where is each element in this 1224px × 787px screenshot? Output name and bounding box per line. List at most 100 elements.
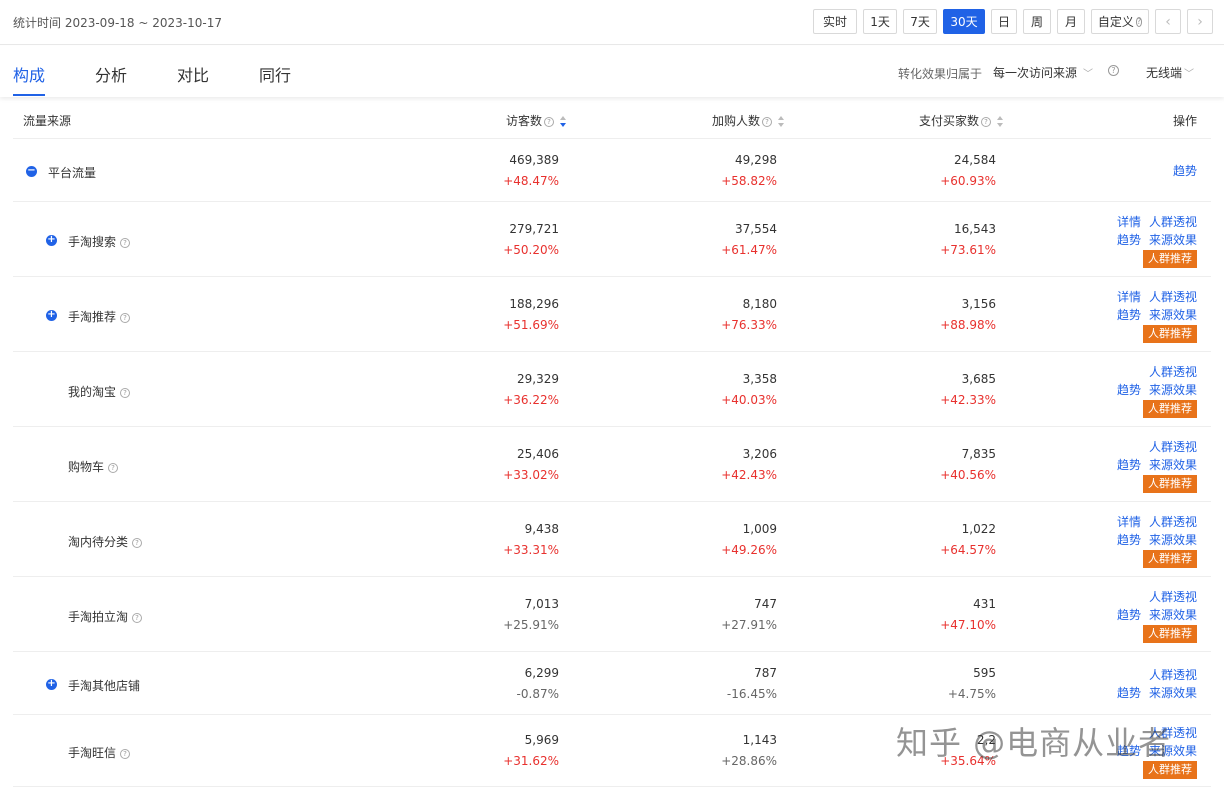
buyers-value: 24,584 [954,153,996,167]
column-source: 流量来源 [23,114,72,128]
tab-composition[interactable]: 构成 [13,62,45,86]
column-cart-label: 加购人数 [712,114,761,128]
buyers-change: +73.61% [940,243,996,257]
action-link[interactable]: 来源效果 [1149,308,1197,322]
action-link[interactable]: 趋势 [1117,383,1141,397]
sort-icon[interactable] [560,115,567,128]
action-link[interactable]: 人群透视 [1149,290,1197,304]
visitors-value: 279,721 [509,222,559,236]
visitors-change: +33.02% [503,468,559,482]
metric-cart: 3,358 +40.03% [721,371,777,408]
action-link[interactable]: 详情 [1117,290,1141,304]
table-row: 购物车? 25,406 +33.02% 3,206 +42.43% 7,835 +40.56… [13,427,1211,502]
period-month-button[interactable]: 月 [1057,9,1085,34]
action-link[interactable]: 趋势 [1117,533,1141,547]
period-day-button[interactable]: 日 [991,9,1017,34]
buyers-change: +42.33% [940,393,996,407]
help-icon[interactable]: ? [132,612,143,623]
action-link[interactable]: 人群透视 [1149,590,1197,604]
action-link[interactable]: 来源效果 [1149,533,1197,547]
audience-recommend-button[interactable]: 人群推荐 [1143,761,1197,779]
action-link[interactable]: 趋势 [1117,233,1141,247]
custom-period-button[interactable]: 自定义? [1091,9,1149,34]
row-actions: 人群透视 趋势 来源效果人群推荐 [1109,438,1197,493]
action-link[interactable]: 人群透视 [1149,726,1197,740]
expand-icon[interactable]: + [46,235,57,246]
help-icon[interactable]: ? [108,462,119,473]
period-7day-button[interactable]: 7天 [903,9,937,34]
action-link[interactable]: 趋势 [1117,608,1141,622]
audience-recommend-button[interactable]: 人群推荐 [1143,325,1197,343]
sort-icon[interactable] [778,115,785,128]
action-link[interactable]: 人群透视 [1149,365,1197,379]
cart-value: 8,180 [742,297,777,311]
action-link[interactable]: 人群透视 [1149,215,1197,229]
action-link[interactable]: 来源效果 [1149,744,1197,758]
cart-change: +27.91% [721,618,777,632]
column-cart[interactable]: 加购人数? [712,112,785,129]
period-30day-button[interactable]: 30天 [943,9,985,34]
period-week-button[interactable]: 周 [1023,9,1051,34]
column-buyers[interactable]: 支付买家数? [919,112,1004,129]
action-link[interactable]: 人群透视 [1149,668,1197,682]
expand-icon[interactable]: + [46,310,57,321]
visitors-change: +25.91% [503,618,559,632]
chevron-right-icon: › [1197,13,1203,30]
tab-compare[interactable]: 对比 [177,62,209,86]
action-line: 详情 人群透视 [1109,288,1197,306]
action-link[interactable]: 详情 [1117,515,1141,529]
metric-cart: 1,143 +28.86% [721,732,777,769]
action-line: 人群透视 [1109,438,1197,456]
action-link[interactable]: 人群透视 [1149,440,1197,454]
help-icon[interactable]: ? [120,748,131,759]
audience-recommend-button[interactable]: 人群推荐 [1143,250,1197,268]
action-link[interactable]: 趋势 [1117,744,1141,758]
column-visitors[interactable]: 访客数? [506,112,567,129]
action-link[interactable]: 来源效果 [1149,383,1197,397]
next-period-button[interactable]: › [1187,9,1213,34]
table-row: + 手淘其他店铺 6,299 -0.87% 787 -16.45% 595 +4.75% 人群透… [13,652,1211,715]
help-icon[interactable]: ? [120,312,131,323]
action-link[interactable]: 来源效果 [1149,686,1197,700]
period-realtime-button[interactable]: 实时 [813,9,857,34]
help-icon[interactable]: ? [120,387,131,398]
cart-value: 49,298 [735,153,777,167]
audience-recommend-button[interactable]: 人群推荐 [1143,475,1197,493]
row-actions: 人群透视 趋势 来源效果 [1109,666,1197,702]
action-line: 人群推荐 [1109,549,1197,568]
action-link[interactable]: 趋势 [1173,164,1197,178]
audience-recommend-button[interactable]: 人群推荐 [1143,625,1197,643]
sort-icon[interactable] [997,115,1004,128]
buyers-value: 3,156 [961,297,996,311]
action-link[interactable]: 趋势 [1117,686,1141,700]
action-link[interactable]: 来源效果 [1149,233,1197,247]
column-buyers-label: 支付买家数 [919,114,980,128]
metric-visitors: 5,969 +31.62% [503,732,559,769]
cart-change: +61.47% [721,243,777,257]
help-icon[interactable]: ? [1108,65,1119,76]
help-icon[interactable]: ? [132,537,143,548]
action-link[interactable]: 趋势 [1117,458,1141,472]
metric-visitors: 29,329 +36.22% [503,371,559,408]
expand-icon[interactable]: + [46,679,57,690]
action-line: 趋势 来源效果 [1109,606,1197,624]
device-select[interactable]: 无线端 ﹀ [1146,64,1194,81]
tab-peers[interactable]: 同行 [259,62,291,86]
action-link[interactable]: 来源效果 [1149,458,1197,472]
prev-period-button[interactable]: ‹ [1155,9,1181,34]
metric-buyers: 3,156 +88.98% [940,296,996,333]
source-name: 手淘其他店铺 [68,677,140,694]
action-link[interactable]: 来源效果 [1149,608,1197,622]
audience-recommend-button[interactable]: 人群推荐 [1143,400,1197,418]
row-actions: 详情 人群透视 趋势 来源效果人群推荐 [1109,213,1197,268]
help-icon[interactable]: ? [120,237,131,248]
action-link[interactable]: 详情 [1117,215,1141,229]
audience-recommend-button[interactable]: 人群推荐 [1143,550,1197,568]
collapse-icon[interactable]: − [26,166,37,177]
period-1day-button[interactable]: 1天 [863,9,897,34]
tab-analysis[interactable]: 分析 [95,62,127,86]
action-link[interactable]: 人群透视 [1149,515,1197,529]
attribution-select[interactable]: 每一次访问来源 ﹀ [993,64,1093,81]
action-line: 人群推荐 [1109,249,1197,268]
action-link[interactable]: 趋势 [1117,308,1141,322]
